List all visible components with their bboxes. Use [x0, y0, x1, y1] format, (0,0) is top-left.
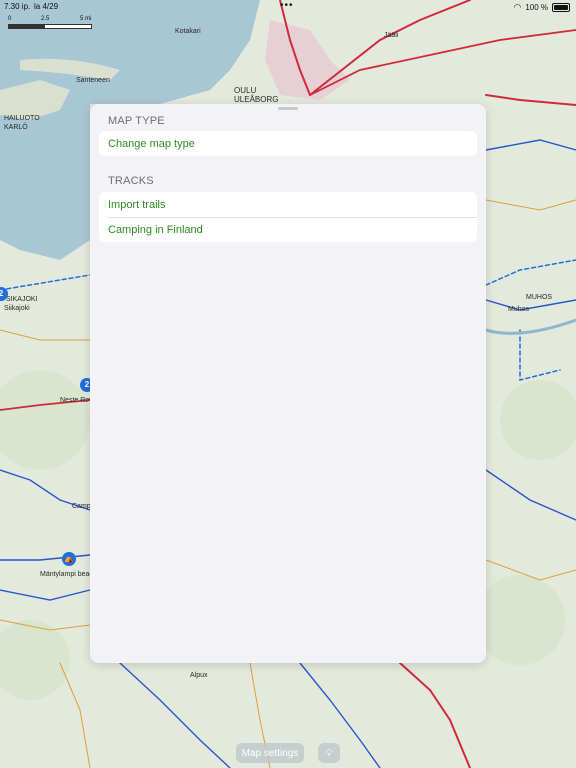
map-scale-bar: 0 2.5 5 mi [8, 16, 98, 30]
map-label-sikajoki: SIKAJOKI [6, 296, 38, 303]
map-label-sikajoki-town: Siikajoki [4, 305, 30, 312]
change-map-type-button[interactable]: Change map type [99, 131, 477, 156]
map-label-hailuoto: HAILUOTO [4, 115, 40, 122]
map-label-jaali: Jääli [384, 32, 399, 39]
import-trails-button[interactable]: Import trails [99, 192, 477, 217]
sheet-grabber-handle[interactable] [278, 107, 298, 110]
map-label-mantylampi: Mäntylampi beac [40, 571, 93, 578]
tracks-group: Import trails Camping in Finland [99, 192, 477, 242]
status-bar: 7.30 ip. la 4/29 ••• ◠ 100 % [0, 0, 576, 14]
section-header-tracks: TRACKS [108, 175, 154, 187]
scale-label-0: 0 [8, 16, 12, 22]
wifi-icon: ◠ [513, 2, 522, 12]
camping-in-finland-item[interactable]: Camping in Finland [99, 217, 477, 242]
map-label-muhos-town: Muhos [508, 306, 530, 313]
map-label-santeneen: Santeneen [76, 77, 110, 84]
multitasking-dots-icon[interactable]: ••• [280, 0, 294, 11]
map-label-oulu: OULU [234, 86, 257, 95]
status-time: 7.30 ip. [4, 2, 31, 11]
map-label-karlo: KARLÖ [4, 124, 28, 131]
status-right: ◠ 100 % [513, 2, 570, 13]
status-date: la 4/29 [34, 2, 59, 11]
map-settings-button[interactable]: Map settings [236, 743, 304, 763]
map-label-alpux: Alpux [190, 672, 208, 679]
map-settings-label: Map settings [241, 747, 299, 759]
scale-label-end: 5 mi [80, 16, 92, 22]
lightbulb-button[interactable]: 💡︎ [318, 743, 340, 763]
scale-label-mid: 2.5 [41, 16, 50, 22]
section-header-map-type: MAP TYPE [108, 115, 165, 127]
battery-percentage: 100 % [525, 3, 548, 12]
map-label-kotakari: Kotakari [175, 28, 201, 35]
scale-bar-segment [9, 25, 45, 28]
camping-pin-icon[interactable]: ⛺ [62, 552, 76, 566]
battery-icon [552, 3, 570, 12]
map-label-muhos: MUHOS [526, 294, 553, 301]
map-label-uleaborg: ULEÅBORG [234, 95, 279, 104]
map-settings-sheet: MAP TYPE Change map type TRACKS Import t… [90, 104, 486, 663]
lightbulb-icon: 💡︎ [325, 747, 333, 759]
map-type-group: Change map type [99, 131, 477, 156]
